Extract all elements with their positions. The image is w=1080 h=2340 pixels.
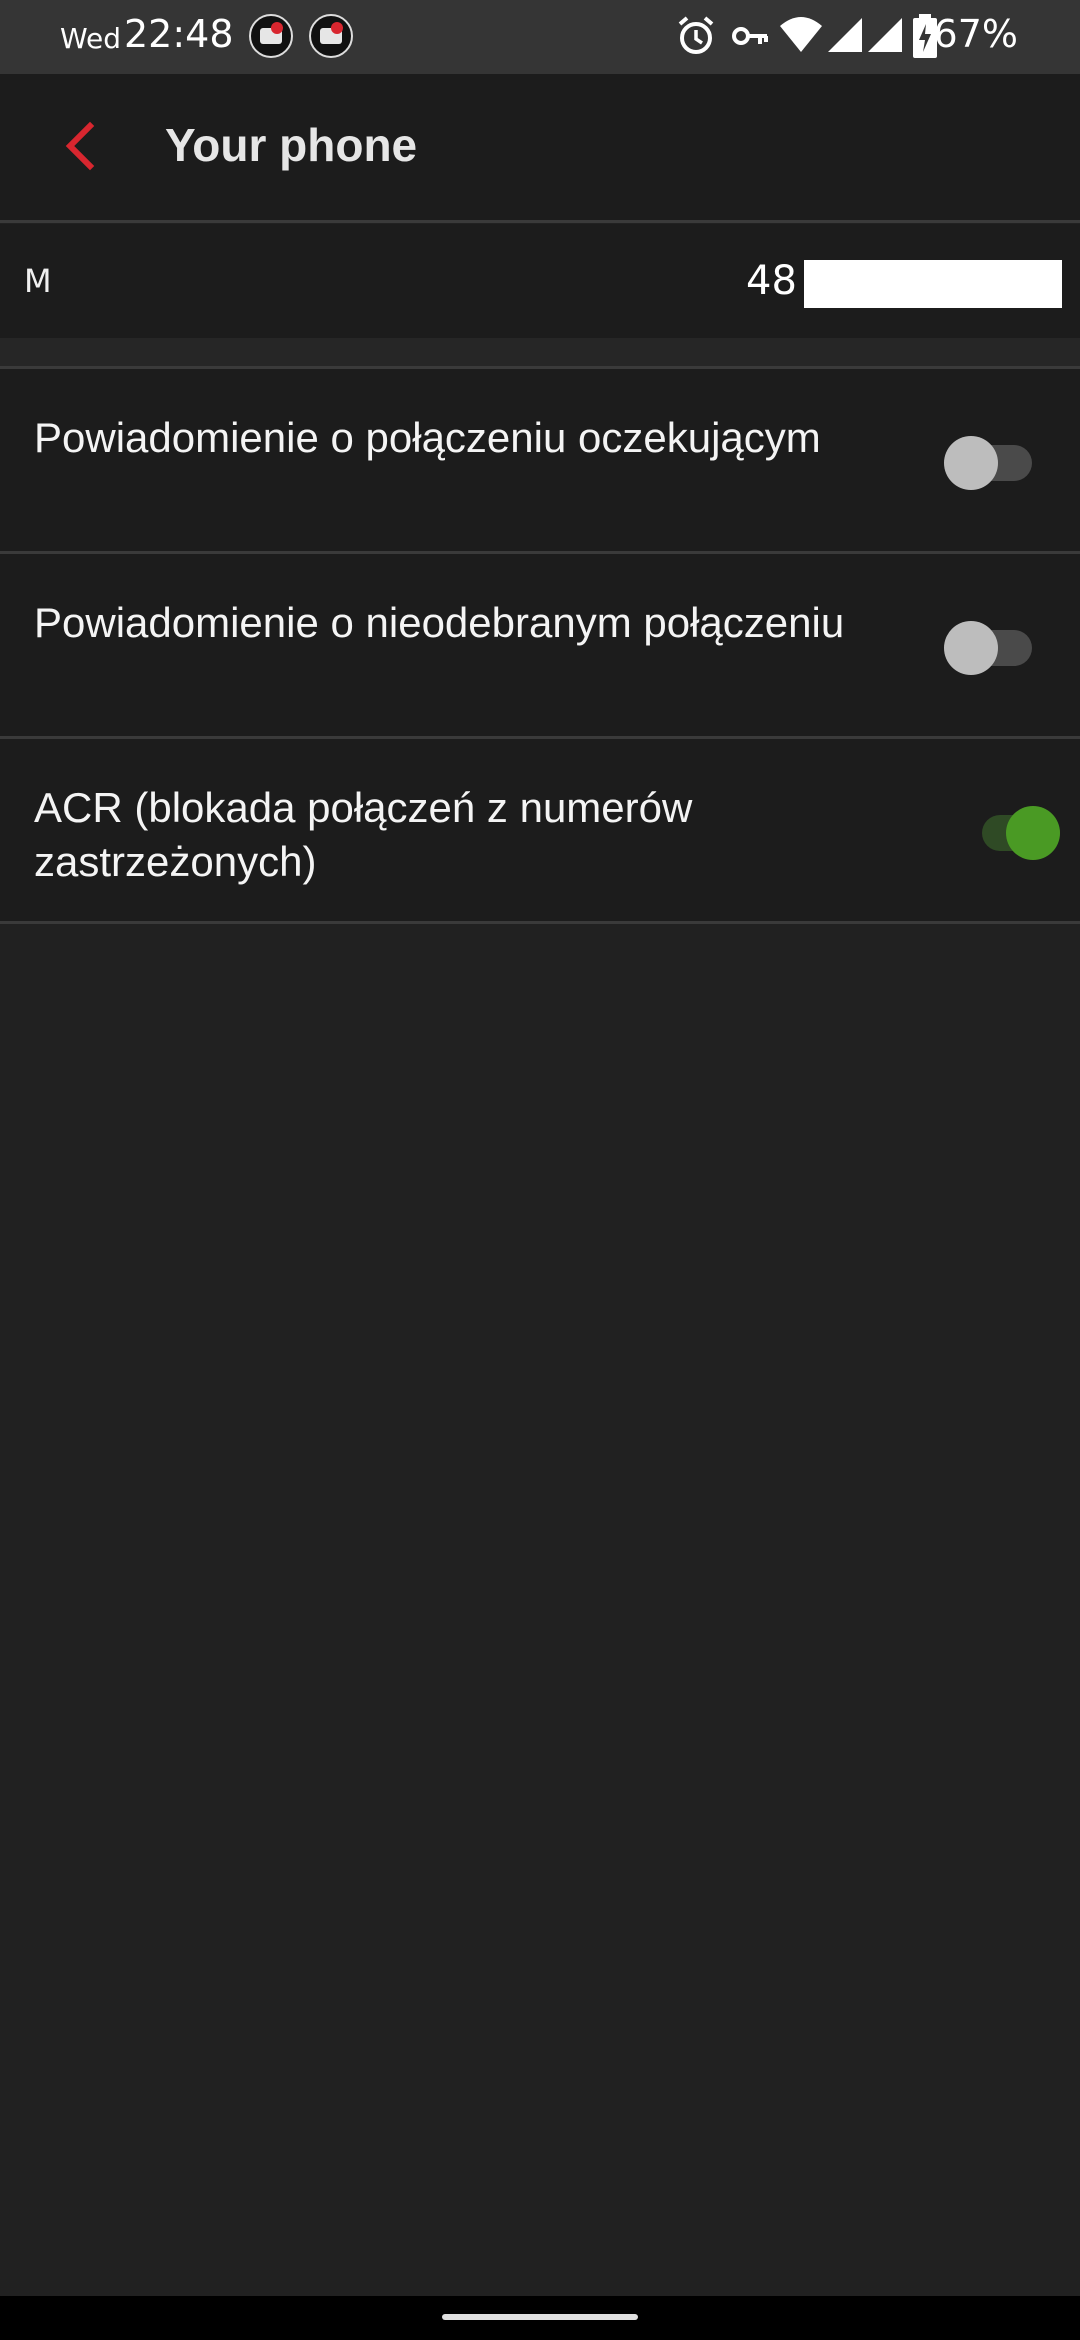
phone-number-prefix: 48 bbox=[746, 258, 797, 304]
setting-label: ACR (blokada połączeń z numerów zastrzeż… bbox=[34, 784, 693, 885]
missed-call-toggle[interactable] bbox=[944, 612, 1040, 675]
screen: Wed 22:48 67% Your phone M 48 Powiadomie… bbox=[0, 0, 1080, 2340]
section-spacer bbox=[0, 338, 1080, 368]
app-bar: Your phone bbox=[0, 74, 1080, 220]
call-waiting-toggle[interactable] bbox=[944, 427, 1040, 490]
divider bbox=[0, 220, 1080, 223]
setting-label: Powiadomienie o połączeniu oczekującym bbox=[34, 414, 821, 461]
acr-toggle[interactable] bbox=[966, 797, 1062, 860]
alarm-icon bbox=[678, 16, 714, 54]
setting-row-call-waiting[interactable]: Powiadomienie o połączeniu oczekującym bbox=[0, 369, 1080, 551]
app-notification-icon bbox=[249, 14, 293, 58]
status-bar: Wed 22:48 67% bbox=[0, 0, 1080, 74]
setting-row-missed-call[interactable]: Powiadomienie o nieodebranym połączeniu bbox=[0, 554, 1080, 736]
line-label: M bbox=[24, 262, 52, 300]
signal-icon bbox=[868, 18, 902, 52]
chevron-left-icon bbox=[65, 121, 95, 171]
page-title: Your phone bbox=[165, 119, 418, 171]
back-button[interactable] bbox=[40, 106, 120, 186]
signal-icon bbox=[828, 18, 862, 52]
divider bbox=[0, 921, 1080, 924]
vpn-key-icon bbox=[732, 27, 768, 45]
app-notification-icon bbox=[309, 14, 353, 58]
setting-row-acr[interactable]: ACR (blokada połączeń z numerów zastrzeż… bbox=[0, 739, 1080, 921]
phone-number-row: M 48 bbox=[0, 224, 1080, 338]
status-day: Wed bbox=[60, 22, 122, 55]
wifi-icon bbox=[780, 17, 822, 52]
home-indicator[interactable] bbox=[442, 2314, 638, 2320]
setting-label: Powiadomienie o nieodebranym połączeniu bbox=[34, 599, 845, 646]
status-time: 22:48 bbox=[124, 12, 234, 56]
phone-number-redacted bbox=[804, 260, 1062, 308]
navigation-bar bbox=[0, 2296, 1080, 2340]
battery-percent: 67% bbox=[933, 12, 1018, 56]
